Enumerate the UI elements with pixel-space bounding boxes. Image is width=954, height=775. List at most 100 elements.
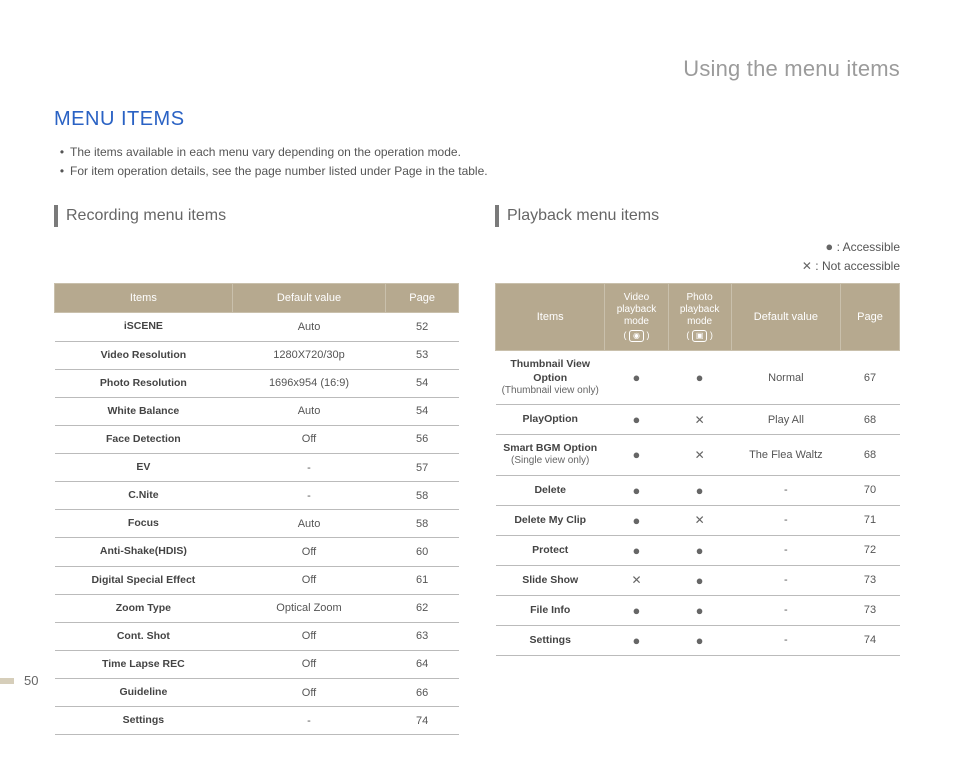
page-footer: 50 [0, 673, 38, 688]
pb-item: Thumbnail View Option(Thumbnail view onl… [496, 351, 605, 405]
rec-page: 63 [386, 622, 459, 650]
rec-default: 1280X720/30p [232, 341, 386, 369]
pb-photo: ✕ [668, 405, 731, 435]
pb-page: 74 [841, 625, 900, 655]
pb-default: The Flea Waltz [731, 435, 840, 476]
pb-photo: ✕ [668, 505, 731, 535]
rec-default: Off [232, 679, 386, 707]
rec-default: Optical Zoom [232, 594, 386, 622]
rec-page: 74 [386, 707, 459, 735]
rec-item: Zoom Type [55, 594, 233, 622]
pb-video: ● [605, 435, 668, 476]
pb-video: ● [605, 475, 668, 505]
pb-th-video: Video playback mode ( ◉ ) [605, 284, 668, 351]
pb-item: Smart BGM Option(Single view only) [496, 435, 605, 476]
section-title: MENU ITEMS [54, 108, 900, 131]
rec-page: 53 [386, 341, 459, 369]
pb-photo: ● [668, 351, 731, 405]
rec-item: EV [55, 454, 233, 482]
bullet-1: The items available in each menu vary de… [70, 143, 461, 162]
pb-page: 68 [841, 405, 900, 435]
pb-item: PlayOption [496, 405, 605, 435]
pb-page: 72 [841, 535, 900, 565]
pb-default: - [731, 535, 840, 565]
pb-page: 71 [841, 505, 900, 535]
table-row: Cont. ShotOff63 [55, 622, 459, 650]
pb-item: Settings [496, 625, 605, 655]
recording-heading: Recording menu items [54, 205, 459, 227]
pb-th-photo: Photo playback mode ( ▣ ) [668, 284, 731, 351]
pb-photo: ✕ [668, 435, 731, 476]
rec-default: Off [232, 566, 386, 594]
table-row: Slide Show✕●-73 [496, 565, 900, 595]
rec-item: Time Lapse REC [55, 650, 233, 678]
pb-photo: ● [668, 565, 731, 595]
rec-default: - [232, 707, 386, 735]
playback-table: Items Video playback mode ( ◉ ) Photo pl… [495, 283, 900, 655]
rec-page: 62 [386, 594, 459, 622]
pb-th-video-text: Video playback mode [617, 292, 656, 327]
rec-item: White Balance [55, 397, 233, 425]
bullet-2: For item operation details, see the page… [70, 162, 488, 181]
pb-video: ✕ [605, 565, 668, 595]
legend-accessible-text: : Accessible [837, 240, 900, 254]
rec-default: Off [232, 650, 386, 678]
rec-item: Cont. Shot [55, 622, 233, 650]
rec-default: 1696x954 (16:9) [232, 369, 386, 397]
rec-th-page: Page [386, 284, 459, 313]
pb-video: ● [605, 595, 668, 625]
rec-default: Auto [232, 313, 386, 341]
table-row: Time Lapse RECOff64 [55, 650, 459, 678]
intro-bullets: •The items available in each menu vary d… [54, 143, 900, 181]
rec-page: 57 [386, 454, 459, 482]
rec-item: iSCENE [55, 313, 233, 341]
table-row: Smart BGM Option(Single view only)●✕The … [496, 435, 900, 476]
pb-item: Delete [496, 475, 605, 505]
pb-default: - [731, 565, 840, 595]
pb-page: 73 [841, 565, 900, 595]
rec-page: 61 [386, 566, 459, 594]
rec-default: Auto [232, 510, 386, 538]
table-row: Protect●●-72 [496, 535, 900, 565]
table-row: Face DetectionOff56 [55, 425, 459, 453]
pb-photo: ● [668, 535, 731, 565]
pb-photo: ● [668, 475, 731, 505]
pb-default: - [731, 505, 840, 535]
table-row: EV-57 [55, 454, 459, 482]
table-row: File Info●●-73 [496, 595, 900, 625]
pb-page: 68 [841, 435, 900, 476]
rec-default: - [232, 454, 386, 482]
playback-heading-text: Playback menu items [507, 207, 659, 225]
table-row: White BalanceAuto54 [55, 397, 459, 425]
rec-page: 66 [386, 679, 459, 707]
heading-bar-icon [54, 205, 58, 227]
table-row: FocusAuto58 [55, 510, 459, 538]
video-playback-icon: ◉ [629, 330, 644, 342]
rec-item: C.Nite [55, 482, 233, 510]
pb-video: ● [605, 505, 668, 535]
rec-page: 58 [386, 482, 459, 510]
rec-page: 60 [386, 538, 459, 566]
pb-default: Play All [731, 405, 840, 435]
rec-default: Off [232, 622, 386, 650]
table-row: PlayOption●✕Play All68 [496, 405, 900, 435]
rec-item: Focus [55, 510, 233, 538]
rec-default: Auto [232, 397, 386, 425]
pb-default: Normal [731, 351, 840, 405]
table-row: Photo Resolution1696x954 (16:9)54 [55, 369, 459, 397]
table-row: Thumbnail View Option(Thumbnail view onl… [496, 351, 900, 405]
pb-th-photo-text: Photo playback mode [680, 292, 719, 327]
legend-not-accessible-icon: ✕ [802, 259, 812, 273]
recording-heading-text: Recording menu items [66, 207, 226, 225]
rec-page: 56 [386, 425, 459, 453]
pb-item: Delete My Clip [496, 505, 605, 535]
table-row: C.Nite-58 [55, 482, 459, 510]
playback-heading: Playback menu items [495, 205, 900, 227]
pb-th-default: Default value [731, 284, 840, 351]
legend-accessible-icon: ● [825, 239, 833, 254]
pb-item: Protect [496, 535, 605, 565]
pb-th-page: Page [841, 284, 900, 351]
table-row: Delete My Clip●✕-71 [496, 505, 900, 535]
rec-page: 54 [386, 369, 459, 397]
rec-item: Photo Resolution [55, 369, 233, 397]
